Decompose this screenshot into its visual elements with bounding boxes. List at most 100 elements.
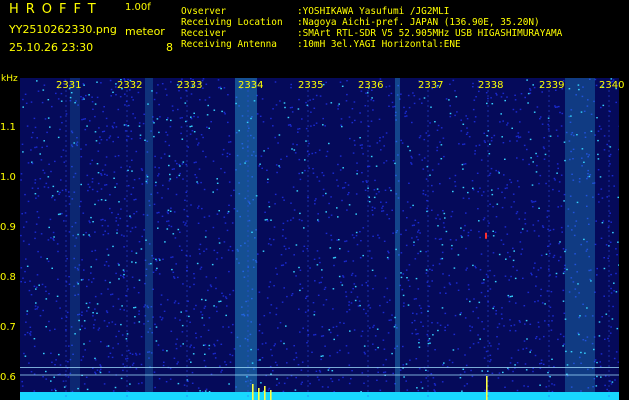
noise-speckle xyxy=(304,169,306,172)
noise-speckle xyxy=(51,389,53,391)
noise-speckle xyxy=(141,183,144,185)
noise-speckle xyxy=(171,256,174,258)
noise-speckle xyxy=(203,307,206,309)
noise-speckle xyxy=(390,319,392,321)
noise-speckle xyxy=(437,214,439,216)
noise-speckle xyxy=(504,99,506,102)
noise-speckle xyxy=(266,220,269,222)
noise-speckle xyxy=(103,320,106,322)
noise-speckle xyxy=(437,225,439,227)
noise-speckle xyxy=(556,163,559,165)
noise-speckle xyxy=(109,194,111,196)
noise-speckle xyxy=(442,222,445,224)
noise-speckle xyxy=(303,227,305,229)
noise-speckle xyxy=(609,153,612,156)
noise-speckle xyxy=(443,362,445,364)
noise-speckle xyxy=(466,118,469,120)
noise-speckle xyxy=(126,333,129,335)
noise-speckle xyxy=(405,115,408,117)
noise-speckle xyxy=(21,385,24,387)
noise-speckle xyxy=(132,113,134,115)
noise-speckle xyxy=(355,234,358,237)
noise-speckle xyxy=(104,219,106,222)
noise-speckle xyxy=(415,333,418,335)
noise-speckle xyxy=(197,142,200,144)
noise-speckle xyxy=(423,97,426,99)
noise-speckle xyxy=(86,310,88,312)
info-key: Receiving Antenna xyxy=(181,39,277,50)
noise-speckle xyxy=(170,225,173,228)
noise-speckle xyxy=(213,305,215,307)
noise-speckle xyxy=(291,111,294,113)
noise-speckle xyxy=(339,321,341,324)
noise-speckle xyxy=(142,213,145,216)
noise-speckle xyxy=(316,176,318,178)
noise-speckle xyxy=(502,371,504,374)
noise-speckle xyxy=(104,184,106,186)
noise-speckle xyxy=(65,113,68,115)
noise-speckle xyxy=(89,235,91,238)
noise-speckle xyxy=(512,247,514,249)
noise-speckle xyxy=(190,93,193,95)
noise-speckle xyxy=(293,271,295,273)
noise-speckle xyxy=(125,139,128,141)
noise-speckle xyxy=(368,201,371,203)
noise-speckle xyxy=(489,143,491,145)
noise-speckle xyxy=(135,210,138,213)
noise-speckle xyxy=(190,361,192,363)
noise-speckle xyxy=(313,311,316,313)
noise-speckle xyxy=(465,133,468,135)
noise-speckle xyxy=(229,245,232,248)
noise-speckle xyxy=(118,264,120,266)
noise-speckle xyxy=(609,110,611,113)
noise-speckle xyxy=(444,217,446,219)
noise-speckle xyxy=(104,173,106,175)
noise-speckle xyxy=(100,199,103,201)
noise-speckle xyxy=(461,236,463,238)
noise-speckle xyxy=(387,250,389,252)
noise-speckle xyxy=(354,299,357,302)
noise-speckle xyxy=(301,172,304,174)
noise-speckle xyxy=(177,302,180,305)
noise-speckle xyxy=(172,109,174,112)
noise-speckle xyxy=(497,377,500,379)
noise-speckle xyxy=(302,250,304,252)
noise-speckle xyxy=(491,137,493,139)
noise-speckle xyxy=(537,269,540,271)
noise-speckle xyxy=(610,292,613,294)
noise-speckle xyxy=(283,287,285,289)
noise-speckle xyxy=(534,301,536,303)
noise-speckle xyxy=(181,324,184,327)
noise-speckle xyxy=(448,99,450,101)
noise-speckle xyxy=(105,156,108,158)
noise-speckle xyxy=(162,184,164,187)
noise-speckle xyxy=(88,94,90,96)
noise-speckle xyxy=(549,135,552,137)
noise-speckle xyxy=(411,121,413,124)
noise-speckle xyxy=(379,140,381,142)
noise-speckle xyxy=(92,312,94,314)
noise-speckle xyxy=(322,335,325,337)
noise-speckle xyxy=(176,363,178,365)
noise-speckle xyxy=(335,325,338,328)
noise-speckle xyxy=(457,254,460,256)
noise-speckle xyxy=(338,379,340,381)
noise-speckle xyxy=(189,255,191,257)
noise-speckle xyxy=(517,349,520,351)
noise-speckle xyxy=(400,93,402,95)
noise-speckle xyxy=(370,99,372,101)
noise-speckle xyxy=(551,383,553,385)
noise-speckle xyxy=(504,386,506,388)
noise-speckle xyxy=(554,179,556,181)
noise-speckle xyxy=(596,375,598,378)
noise-speckle xyxy=(181,117,183,119)
noise-speckle xyxy=(460,312,462,314)
noise-speckle xyxy=(543,137,545,139)
noise-speckle xyxy=(613,282,615,284)
noise-speckle xyxy=(112,245,114,248)
noise-speckle xyxy=(534,262,536,264)
noise-speckle xyxy=(114,323,117,326)
noise-speckle xyxy=(552,188,554,191)
noise-speckle xyxy=(445,230,448,233)
noise-speckle xyxy=(91,159,93,161)
